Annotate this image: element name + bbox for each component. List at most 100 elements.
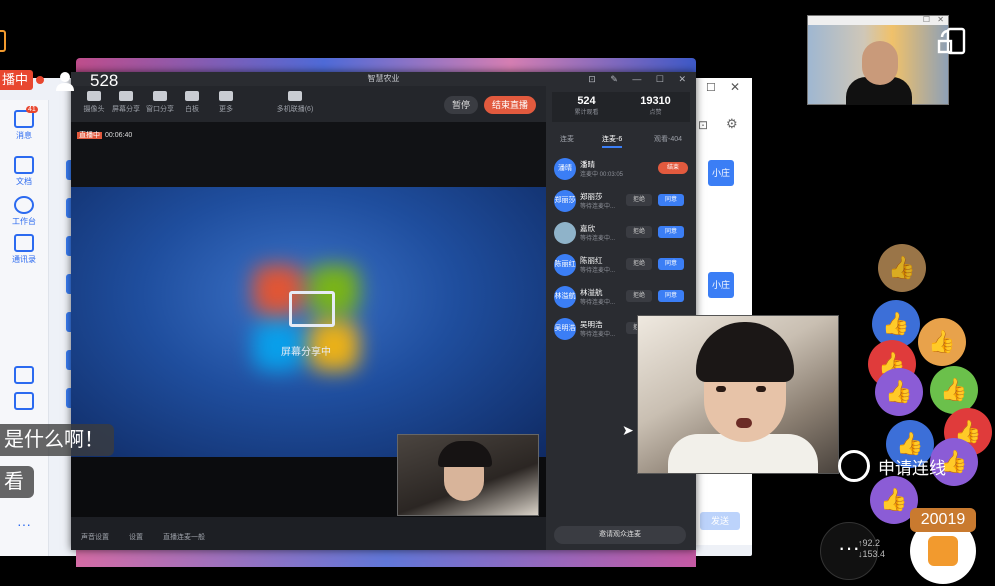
contacts-icon — [14, 234, 34, 252]
connection-quality: 直播连麦一般 — [163, 534, 205, 541]
list-item: 潘晴 潘晴 连麦中 00:03:05 结束 — [554, 158, 694, 188]
close-icon[interactable]: ✕ — [730, 80, 740, 94]
todo-icon[interactable] — [0, 392, 48, 412]
sidebar-item-label: 文档 — [16, 177, 32, 186]
maximize-icon[interactable]: ☐ — [706, 81, 716, 94]
sidebar-item-label: 工作台 — [12, 217, 36, 226]
camera-icon — [87, 91, 101, 101]
more-icon[interactable]: ··· — [0, 516, 48, 532]
panel-tabs: 连麦 连麦-6 观看-404 — [546, 130, 696, 148]
background-app-titlebar: ☐ ✕ — [696, 78, 752, 101]
thumbs-up-icon — [928, 536, 958, 566]
avatar: 陈丽红 — [554, 254, 576, 276]
rotate-screen-icon[interactable] — [936, 26, 968, 56]
pause-button[interactable]: 暂停 — [444, 96, 478, 114]
tab-connect[interactable]: 连麦-6 — [602, 134, 623, 148]
link-icon — [838, 450, 870, 482]
send-button[interactable]: 发送 — [700, 512, 740, 530]
host-video — [808, 25, 948, 105]
reject-button[interactable]: 拒绝 — [626, 258, 652, 270]
reject-button[interactable]: 拒绝 — [626, 290, 652, 302]
live-dot — [36, 76, 44, 84]
guest-video-small[interactable] — [397, 434, 539, 516]
live-badge: 直播中 — [77, 132, 102, 139]
sidebar-item-workbench[interactable]: 工作台 — [0, 196, 48, 227]
window-titlebar: 智慧农业 ⊡ ✎ — ☐ ✕ — [71, 72, 696, 86]
end-live-button[interactable]: 结束直播 — [484, 96, 536, 114]
screen-share-button[interactable]: 屏幕分享 — [111, 91, 141, 114]
camera-button[interactable]: 摄像头 — [79, 91, 109, 114]
sidebar-item-label: 消息 — [16, 131, 32, 140]
host-camera[interactable]: ☐ ✕ — [807, 15, 949, 105]
screen-share-icon — [289, 291, 335, 327]
grid-icon — [14, 196, 34, 214]
more-icon — [219, 91, 233, 101]
window-controls[interactable]: ⊡ ✎ — ☐ ✕ — [588, 72, 692, 86]
more-button[interactable]: 更多 — [211, 91, 241, 114]
stage-top — [71, 122, 546, 187]
document-icon — [14, 156, 34, 174]
accept-button[interactable]: 同意 — [658, 290, 684, 302]
accept-button[interactable]: 同意 — [658, 226, 684, 238]
sidebar-item-docs[interactable]: 文档 — [0, 156, 48, 187]
accept-button[interactable]: 同意 — [658, 194, 684, 206]
avatar-xiaozhuang-2[interactable]: 小庄 — [708, 272, 734, 298]
network-speed: ↑92.2 ↓153.4 — [858, 538, 886, 559]
screen-share-status: 屏幕分享中 — [281, 347, 331, 358]
stats: 524 累计观看 19310 点赞 — [552, 92, 690, 122]
sidebar-item-messages[interactable]: 消息 41 — [0, 106, 48, 141]
host-face — [862, 41, 898, 85]
multi-broadcast-button[interactable]: 多机联播(6) — [271, 91, 319, 114]
user-icon — [56, 72, 74, 91]
reject-button[interactable]: 拒绝 — [626, 194, 652, 206]
mouth — [736, 418, 752, 428]
tab-chat[interactable]: 连麦 — [560, 134, 574, 144]
list-item: 郑丽莎 郑丽莎 等待连麦中... 拒绝 同意 — [554, 190, 694, 220]
whiteboard-button[interactable]: 白板 — [177, 91, 207, 114]
accept-button[interactable]: 同意 — [658, 258, 684, 270]
sidebar-item-contacts[interactable]: 通讯录 — [0, 234, 48, 265]
calendar-icon[interactable] — [0, 366, 48, 386]
apply-connect-button[interactable]: 申请连线 — [838, 450, 946, 482]
like-bubble: 👍 — [918, 318, 966, 366]
list-item: 嘉欣 等待连麦中... 拒绝 同意 — [554, 222, 694, 252]
status-bar: 声音设置 设置 直播连麦一般 — [71, 522, 546, 550]
gear-icon[interactable]: ⚙ — [726, 116, 738, 132]
host-camera-titlebar: ☐ ✕ — [808, 15, 948, 25]
audio-settings[interactable]: 声音设置 — [81, 532, 109, 542]
settings[interactable]: 设置 — [129, 532, 143, 542]
window-icon — [153, 91, 167, 101]
shared-screen: 屏幕分享中 — [71, 187, 546, 457]
avatar — [554, 222, 576, 244]
invite-audience-button[interactable]: 邀请观众连麦 — [554, 526, 686, 544]
live-timer: 直播中 00:06:40 — [77, 132, 133, 139]
window-share-button[interactable]: 窗口分享 — [145, 91, 175, 114]
avatar-xiaozhuang-1[interactable]: 小庄 — [708, 160, 734, 186]
edge-handle[interactable] — [0, 30, 6, 52]
screen-icon — [119, 91, 133, 101]
like-bubble: 👍 — [930, 366, 978, 414]
eye — [716, 386, 726, 392]
eye — [756, 386, 766, 392]
unread-badge: 41 — [26, 106, 38, 113]
guest-video-large[interactable] — [637, 315, 839, 474]
hair — [438, 441, 492, 467]
hair — [696, 322, 794, 382]
avatar: 潘晴 — [554, 158, 576, 180]
chat-icon[interactable]: ⊡ — [698, 118, 708, 132]
maximize-icon[interactable]: ☐ — [923, 15, 930, 24]
live-status-badge: 播中 — [0, 70, 34, 90]
list-item: 陈丽红 陈丽红 等待连麦中... 拒绝 同意 — [554, 254, 694, 284]
window-title: 智慧农业 — [367, 74, 400, 83]
stat-views: 524 累计观看 — [574, 95, 599, 116]
avatar: 郑丽莎 — [554, 190, 576, 212]
viewer-count[interactable]: 528 — [54, 70, 118, 92]
tab-viewers[interactable]: 观看-404 — [654, 134, 682, 144]
whiteboard-icon — [185, 91, 199, 101]
list-item: 林溢航 林溢航 等待连麦中... 拒绝 同意 — [554, 286, 694, 316]
hangup-button[interactable]: 结束 — [658, 162, 688, 174]
chat-comment: 是什么啊！ — [0, 424, 114, 456]
reject-button[interactable]: 拒绝 — [626, 226, 652, 238]
close-icon[interactable]: ✕ — [937, 15, 944, 24]
chat-comment: 看 — [0, 466, 34, 498]
